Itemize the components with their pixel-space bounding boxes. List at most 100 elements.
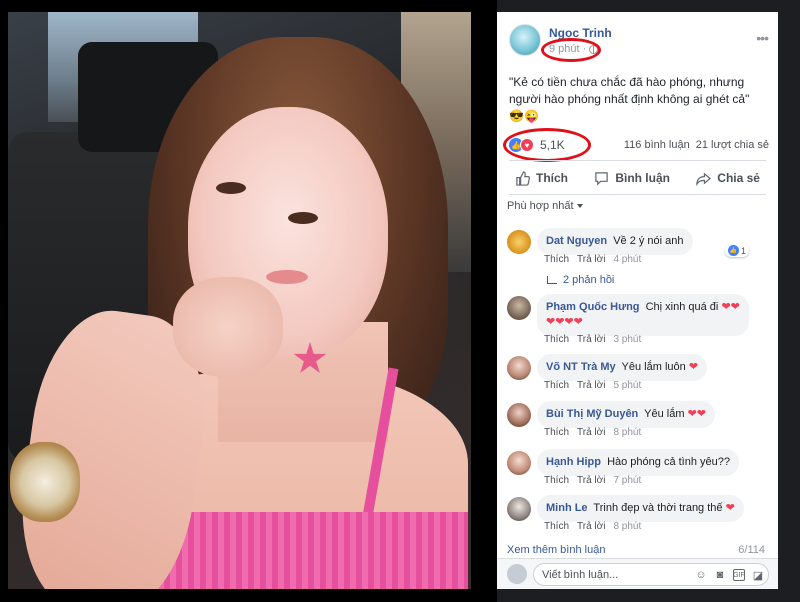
sticker-icon[interactable]: ◪ xyxy=(752,569,764,582)
comment-reaction-badge[interactable]: 👍 1 xyxy=(724,244,749,257)
comment-bubble: Võ NT Trà My Yêu lắm luôn ❤ xyxy=(537,354,708,381)
comment-meta: Thích Trả lời 7 phút xyxy=(544,475,641,486)
share-button[interactable]: Chia sẻ xyxy=(690,171,766,186)
post-text: "Kẻ có tiền chưa chắc đã hào phóng, nhưn… xyxy=(509,75,750,123)
post-photo[interactable] xyxy=(8,12,471,589)
comment-bubble: Hạnh Hipp Hào phóng cả tình yêu?? xyxy=(537,449,739,476)
shares-count[interactable]: 21 lượt chia sẻ xyxy=(696,139,769,151)
comment-bubble: Bùi Thị Mỹ Duyên Yêu lắm ❤❤ xyxy=(537,401,715,428)
comment-meta: Thích Trả lời 8 phút xyxy=(544,427,641,438)
commenter-avatar[interactable] xyxy=(507,451,531,475)
commenter-name[interactable]: Võ NT Trà My xyxy=(546,361,616,373)
comment-meta: Thích Trả lời 3 phút xyxy=(544,334,641,345)
comment-label: Bình luận xyxy=(615,171,670,185)
comment-text: Trinh đẹp và thời trang thế xyxy=(593,502,723,514)
post-panel: Ngọc Trinh 9 phút · ••• "Kẻ có tiền chưa… xyxy=(497,12,778,589)
replies-count: 2 phản hồi xyxy=(563,274,615,286)
commenter-name[interactable]: Minh Le xyxy=(546,502,588,514)
view-more-comments-link[interactable]: Xem thêm bình luận xyxy=(507,544,605,556)
comment-reaction-count: 1 xyxy=(740,245,746,256)
heart-emoji: ❤ xyxy=(688,361,699,373)
heart-emoji: ❤❤ xyxy=(721,301,740,313)
comment-reply-link[interactable]: Trả lời xyxy=(577,380,605,391)
comment-reply-link[interactable]: Trả lời xyxy=(577,427,605,438)
comment-bubble: Phạm Quốc Hưng Chị xinh quá đi ❤❤ ❤❤❤❤ xyxy=(537,294,749,336)
more-comments-row: Xem thêm bình luận 6/114 xyxy=(507,544,765,556)
comment-icon xyxy=(595,171,609,186)
divider xyxy=(509,160,766,161)
comment-meta: Thích Trả lời 8 phút xyxy=(544,521,641,532)
comment-time[interactable]: 7 phút xyxy=(613,475,641,486)
commenter-avatar[interactable] xyxy=(507,296,531,320)
share-icon xyxy=(696,172,712,186)
more-icon[interactable]: ••• xyxy=(756,30,769,46)
gif-icon[interactable]: GIF xyxy=(733,569,745,581)
photo-viewer xyxy=(0,0,497,602)
comment-like-link[interactable]: Thích xyxy=(544,521,569,532)
comment-button[interactable]: Bình luận xyxy=(588,171,676,186)
emoji-icon[interactable]: ☺ xyxy=(695,569,707,581)
photo-lips xyxy=(266,270,308,284)
comment-like-link[interactable]: Thích xyxy=(544,334,569,345)
post-actions: Thích Bình luận Chia sẻ xyxy=(509,164,766,192)
comment-text: Về 2 ý nói anh xyxy=(613,235,684,247)
photo-hand xyxy=(173,277,283,377)
heart-emoji: ❤❤ xyxy=(687,408,706,420)
commenter-avatar[interactable] xyxy=(507,356,531,380)
comment-bubble: Minh Le Trinh đẹp và thời trang thế ❤ xyxy=(537,495,744,522)
comment-time[interactable]: 4 phút xyxy=(613,254,641,265)
reply-arrow-icon xyxy=(547,276,557,284)
commenter-avatar[interactable] xyxy=(507,230,531,254)
post-header: Ngọc Trinh 9 phút · ••• xyxy=(497,12,778,70)
like-button[interactable]: Thích xyxy=(509,170,574,186)
comment-composer: Viết bình luận... ☺ ◙ GIF ◪ xyxy=(497,558,778,589)
commenter-name[interactable]: Bùi Thị Mỹ Duyên xyxy=(546,408,638,420)
comment-filter-label: Phù hợp nhất xyxy=(507,200,574,212)
composer-icons: ☺ ◙ GIF ◪ xyxy=(695,569,764,582)
comment-like-link[interactable]: Thích xyxy=(544,427,569,438)
time-highlight-oval xyxy=(541,38,601,62)
comment-text: Yêu lắm xyxy=(644,408,685,420)
comment-reply-link[interactable]: Trả lời xyxy=(577,334,605,345)
heart-emoji: ❤ xyxy=(725,502,735,514)
comment-time[interactable]: 8 phút xyxy=(613,521,641,532)
comment-like-link[interactable]: Thích xyxy=(544,254,569,265)
current-user-avatar xyxy=(507,564,527,584)
comment-reply-link[interactable]: Trả lời xyxy=(577,254,605,265)
comment-text: Yêu lắm luôn xyxy=(621,361,686,373)
divider xyxy=(509,194,766,195)
photo-eye-right xyxy=(288,212,318,224)
commenter-avatar[interactable] xyxy=(507,497,531,521)
like-reaction-icon: 👍 xyxy=(727,245,739,256)
photo-eye-left xyxy=(216,182,246,194)
caret-down-icon xyxy=(576,204,583,208)
photo-watch xyxy=(10,442,80,522)
comment-meta: Thích Trả lời 5 phút xyxy=(544,380,641,391)
comment-reply-link[interactable]: Trả lời xyxy=(577,521,605,532)
commenter-avatar[interactable] xyxy=(507,403,531,427)
camera-icon[interactable]: ◙ xyxy=(714,569,726,581)
comment-text: Hào phóng cả tình yêu?? xyxy=(607,456,730,468)
comment-text: Chị xinh quá đi xyxy=(645,301,719,313)
comment-bubble: Dat Nguyen Về 2 ý nói anh xyxy=(537,228,693,255)
heart-emoji: ❤❤❤❤ xyxy=(546,316,583,328)
comment-meta: Thích Trả lời 4 phút xyxy=(544,254,641,265)
comment-like-link[interactable]: Thích xyxy=(544,475,569,486)
reaction-highlight-oval xyxy=(503,128,591,162)
comment-time[interactable]: 8 phút xyxy=(613,427,641,438)
share-label: Chia sẻ xyxy=(717,171,760,185)
author-avatar[interactable] xyxy=(509,24,541,56)
comments-pagination: 6/114 xyxy=(738,544,765,556)
comments-count[interactable]: 116 bình luận xyxy=(624,139,690,151)
comment-like-link[interactable]: Thích xyxy=(544,380,569,391)
view-replies-link[interactable]: 2 phản hồi xyxy=(547,274,614,286)
commenter-name[interactable]: Dat Nguyen xyxy=(546,235,607,247)
comment-time[interactable]: 3 phút xyxy=(613,334,641,345)
comment-filter[interactable]: Phù hợp nhất xyxy=(507,200,583,212)
like-label: Thích xyxy=(536,171,568,185)
comment-time[interactable]: 5 phút xyxy=(613,380,641,391)
comment-reply-link[interactable]: Trả lời xyxy=(577,475,605,486)
commenter-name[interactable]: Phạm Quốc Hưng xyxy=(546,301,640,313)
commenter-name[interactable]: Hạnh Hipp xyxy=(546,456,601,468)
like-icon xyxy=(516,170,530,186)
